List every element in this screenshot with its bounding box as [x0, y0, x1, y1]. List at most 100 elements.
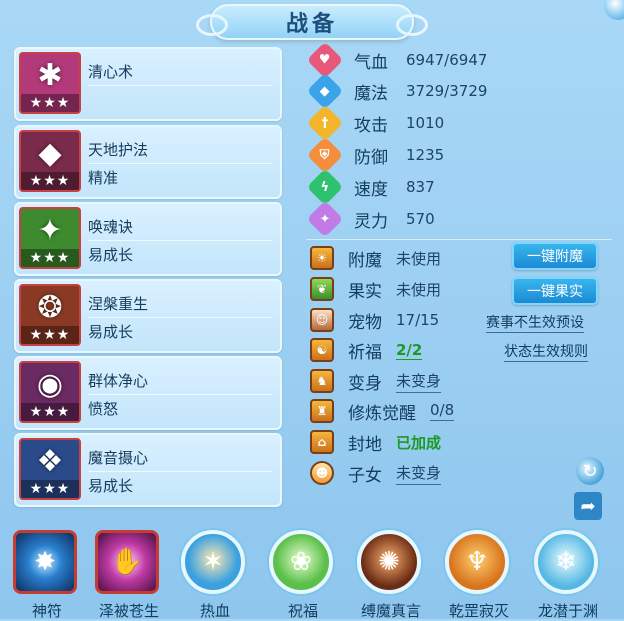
skill-trait: 易成长: [88, 477, 134, 495]
skill-card[interactable]: ◆ ★★★ 天地护法 精准: [14, 125, 282, 199]
page-title: 战备: [285, 12, 338, 37]
extra-row[interactable]: ☀ 附魔 未使用: [310, 244, 441, 272]
extra-label: 封地: [348, 434, 382, 455]
bottom-skill-slot[interactable]: ✋ 泽被苍生: [95, 530, 163, 620]
skill-name: 天地护法: [88, 141, 149, 159]
bottom-skill-label: 泽被苍生: [98, 602, 159, 620]
star-rating: ★★★: [21, 326, 79, 344]
bottom-skill-label: 缚魔真言: [360, 602, 421, 620]
stat-row: ✦ 灵力 570: [306, 200, 435, 238]
transform-icon: ♞: [310, 369, 334, 393]
extra-row[interactable]: ❦ 果实 未使用: [310, 275, 441, 303]
extra-value: 已加成: [396, 433, 442, 452]
bottom-skill-label: 热血: [199, 602, 230, 620]
skill-card[interactable]: ◉ ★★★ 群体净心 愤怒: [14, 356, 282, 430]
skill-card[interactable]: ✱ ★★★ 清心术: [14, 47, 282, 121]
skill-name: 清心术: [88, 63, 134, 81]
heart-icon: ♥: [306, 41, 344, 79]
swirl-icon[interactable]: ↻: [576, 457, 604, 485]
extra-value: 未使用: [396, 249, 442, 268]
skill-name: 涅槃重生: [88, 295, 149, 313]
skill-divider: [88, 394, 272, 395]
stat-label: 攻击: [354, 115, 388, 136]
extra-value: 0/8: [430, 401, 455, 421]
extra-row[interactable]: ♜ 修炼觉醒 0/8: [310, 397, 455, 425]
extra-label: 附魔: [348, 250, 382, 271]
skill-card[interactable]: ❂ ★★★ 涅槃重生 易成长: [14, 279, 282, 353]
stat-row: ◆ 魔法 3729/3729: [306, 72, 488, 110]
extra-row[interactable]: ☻ 子女 未变身: [310, 459, 442, 487]
one-click-enchant-button[interactable]: 一键附魔: [512, 242, 598, 270]
bottom-skill-slot[interactable]: ✶ 热血: [181, 530, 249, 620]
stat-value: 570: [406, 210, 435, 228]
share-icon[interactable]: ➦: [574, 492, 602, 520]
star-rating: ★★★: [21, 480, 79, 498]
speed-icon: ϟ: [306, 168, 344, 206]
wish-icon[interactable]: ❀: [269, 530, 333, 594]
stats-divider: [306, 239, 612, 240]
skill-divider: [88, 163, 272, 164]
stat-value: 1010: [406, 114, 445, 132]
extra-value: 2/2: [396, 340, 423, 360]
extra-row[interactable]: ☺ 宠物 17/15: [310, 306, 439, 334]
bottom-skill-slot[interactable]: ♆ 乾罡寂灭: [445, 530, 513, 620]
stat-value: 1235: [406, 146, 445, 164]
bind-demon-icon[interactable]: ✺: [357, 530, 421, 594]
fief-icon: ⌂: [310, 430, 334, 454]
attack-icon: †: [306, 104, 344, 142]
stat-label: 防御: [354, 147, 388, 168]
star-rating: ★★★: [21, 403, 79, 421]
extra-label: 宠物: [348, 312, 382, 333]
stat-row: † 攻击 1010: [306, 104, 445, 142]
bottom-skill-slot[interactable]: ❀ 祝福: [269, 530, 337, 620]
skill-divider: [88, 240, 272, 241]
popsicle-skill-icon: ✱ ★★★: [19, 52, 81, 114]
dragon-abyss-icon[interactable]: ❄: [534, 530, 598, 594]
pet-icon: ☺: [310, 308, 334, 332]
stat-row: ⛨ 防御 1235: [306, 136, 445, 174]
defense-icon: ⛨: [306, 136, 344, 174]
skill-name: 群体净心: [88, 372, 149, 390]
soul-summon-skill-icon: ✦ ★★★: [19, 207, 81, 269]
stat-value: 3729/3729: [406, 82, 488, 100]
star-rating: ★★★: [21, 172, 79, 190]
phoenix-rebirth-skill-icon: ❂ ★★★: [19, 284, 81, 346]
mana-icon: ◆: [306, 72, 344, 110]
extra-row[interactable]: ♞ 变身 未变身: [310, 367, 442, 395]
state-rules-link[interactable]: 状态生效规则: [504, 341, 588, 362]
skill-trait: 愤怒: [88, 400, 119, 418]
extra-value: 17/15: [396, 311, 440, 329]
event-preset-link[interactable]: 赛事不生效预设: [486, 312, 584, 333]
extra-row[interactable]: ⌂ 封地 已加成: [310, 428, 441, 456]
star-rating: ★★★: [21, 249, 79, 267]
star-rating: ★★★: [21, 94, 79, 112]
skill-divider: [88, 317, 272, 318]
stat-value: 6947/6947: [406, 51, 488, 69]
stat-label: 灵力: [354, 211, 388, 232]
blessing-hand-icon[interactable]: ✋: [95, 530, 159, 594]
skill-name: 唤魂诀: [88, 218, 134, 236]
extra-label: 祈福: [348, 342, 382, 363]
annihilate-icon[interactable]: ♆: [445, 530, 509, 594]
stat-label: 速度: [354, 179, 388, 200]
stat-value: 837: [406, 178, 435, 196]
extra-row[interactable]: ☯ 祈福 2/2: [310, 336, 423, 364]
rune-icon[interactable]: ✸: [13, 530, 77, 594]
extra-value: 未使用: [396, 280, 442, 299]
bottom-skill-label: 龙潜于渊: [537, 602, 598, 620]
skill-trait: 易成长: [88, 323, 134, 341]
blessing-icon: ☯: [310, 338, 334, 362]
skill-trait: 易成长: [88, 246, 134, 264]
skill-divider: [88, 471, 272, 472]
skill-card[interactable]: ❖ ★★★ 魔音摄心 易成长: [14, 433, 282, 507]
bottom-skill-slot[interactable]: ✸ 神符: [13, 530, 81, 620]
spirit-icon: ✦: [306, 200, 344, 238]
skill-divider: [88, 85, 272, 86]
bottom-skill-slot[interactable]: ✺ 缚魔真言: [357, 530, 425, 620]
one-click-fruit-button[interactable]: 一键果实: [512, 277, 598, 305]
skill-card[interactable]: ✦ ★★★ 唤魂诀 易成长: [14, 202, 282, 276]
extra-label: 子女: [348, 465, 382, 486]
bottom-skill-slot[interactable]: ❄ 龙潜于渊: [534, 530, 602, 620]
hot-blood-icon[interactable]: ✶: [181, 530, 245, 594]
enchant-icon: ☀: [310, 246, 334, 270]
